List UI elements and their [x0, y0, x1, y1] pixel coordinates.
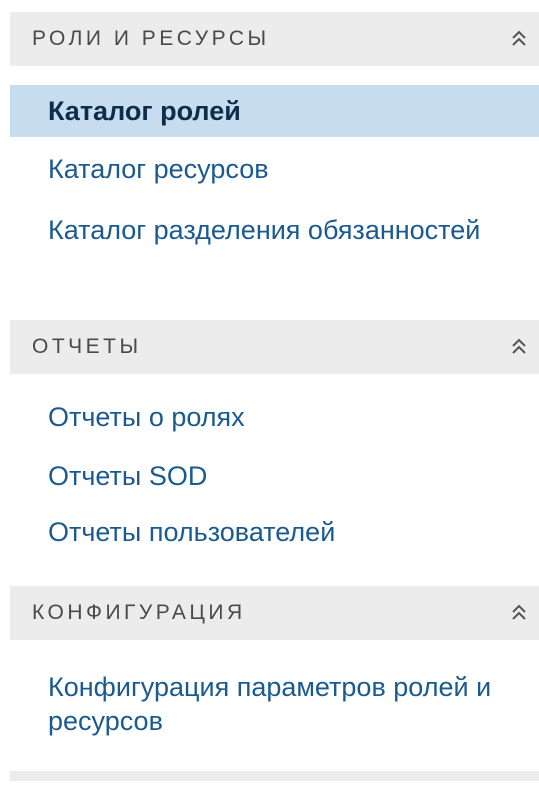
nav-item-role-resource-config[interactable]: Конфигурация параметров ролей и ресурсов [10, 670, 539, 738]
nav-item-sod-catalog[interactable]: Каталог разделения обязанностей [10, 213, 539, 247]
role-resource-navigation-panel: РОЛИ И РЕСУРСЫ Каталог ролей Каталог рес… [0, 0, 539, 788]
double-chevron-up-icon[interactable] [509, 28, 529, 50]
nav-item-user-reports[interactable]: Отчеты пользователей [10, 515, 539, 549]
nav-item-role-reports[interactable]: Отчеты о ролях [10, 400, 539, 434]
nav-item-role-catalog[interactable]: Каталог ролей [10, 85, 539, 137]
double-chevron-up-icon[interactable] [509, 336, 529, 358]
section-title-reports: ОТЧЕТЫ [32, 335, 142, 358]
panel-bottom-divider [10, 771, 539, 781]
section-header-roles-resources[interactable]: РОЛИ И РЕСУРСЫ [10, 12, 539, 66]
section-header-reports[interactable]: ОТЧЕТЫ [10, 320, 539, 374]
nav-item-sod-reports[interactable]: Отчеты SOD [10, 459, 539, 493]
double-chevron-up-icon[interactable] [509, 602, 529, 624]
section-title-configuration: КОНФИГУРАЦИЯ [32, 601, 246, 624]
section-title-roles-resources: РОЛИ И РЕСУРСЫ [32, 27, 270, 50]
nav-item-resource-catalog[interactable]: Каталог ресурсов [10, 152, 539, 186]
section-header-configuration[interactable]: КОНФИГУРАЦИЯ [10, 586, 539, 640]
